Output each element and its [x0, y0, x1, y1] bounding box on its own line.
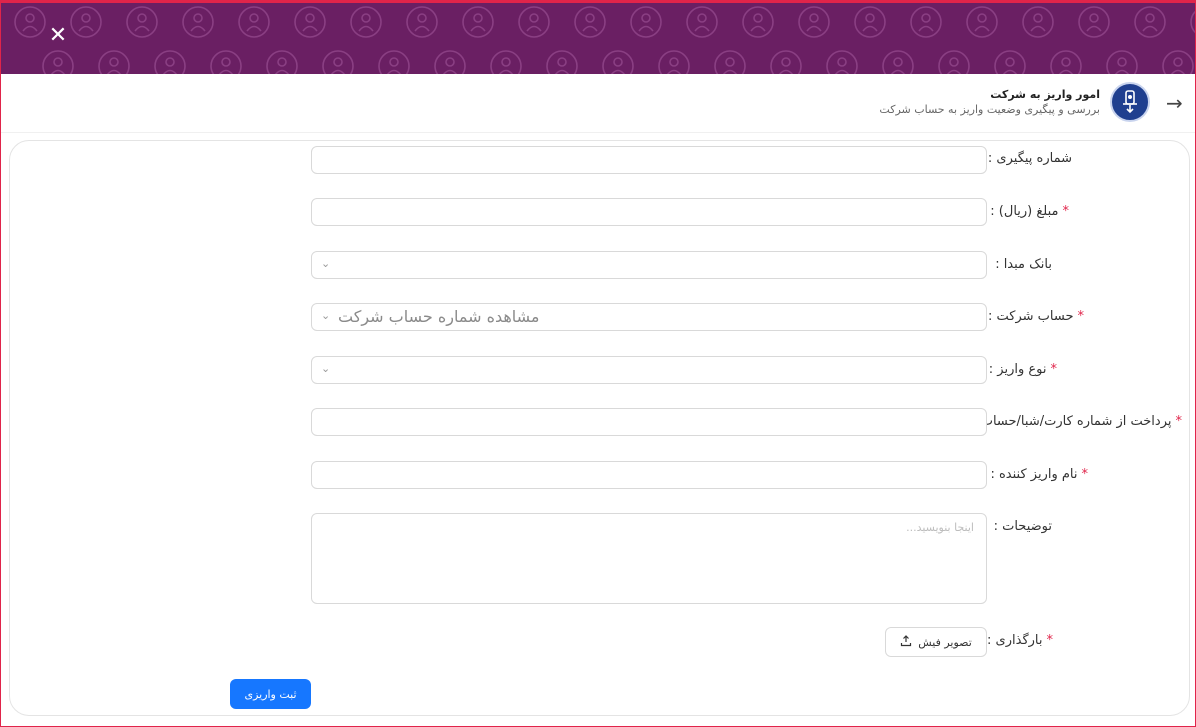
header-banner: ✕: [0, 0, 1196, 74]
depositor-name-label-text: نام واریز کننده :: [990, 467, 1078, 482]
deposit-logo-icon: [1110, 82, 1150, 122]
company-account-select[interactable]: ⌄ مشاهده شماره حساب شرکت: [311, 303, 987, 331]
upload-receipt-button[interactable]: تصویر فیش: [885, 627, 987, 657]
company-account-value: مشاهده شماره حساب شرکت: [338, 307, 540, 326]
deposit-type-label: *نوع واریز :: [989, 362, 1057, 377]
depositor-name-input[interactable]: [311, 461, 987, 489]
tracking-number-input[interactable]: [311, 146, 987, 174]
upload-label-text: بارگذاری :: [987, 633, 1043, 648]
tracking-number-label: شماره پیگیری :: [987, 151, 1072, 166]
amount-label-text: مبلغ (ریال) :: [990, 204, 1059, 219]
required-mark: *: [1081, 467, 1089, 482]
upload-label: *بارگذاری :: [987, 633, 1053, 648]
required-mark: *: [1050, 362, 1058, 377]
company-account-label-text: حساب شرکت :: [988, 309, 1074, 324]
source-bank-label: بانک مبدا :: [995, 257, 1052, 272]
close-icon[interactable]: ✕: [46, 24, 70, 48]
description-label: توضیحات :: [993, 519, 1052, 534]
back-arrow-icon[interactable]: →: [1166, 92, 1188, 114]
submit-deposit-button[interactable]: ثبت واریزی: [230, 679, 311, 709]
description-textarea[interactable]: اینجا بنویسید...: [311, 513, 987, 604]
source-bank-select[interactable]: ⌄: [311, 251, 987, 279]
required-mark: *: [1062, 204, 1070, 219]
upload-button-label: تصویر فیش: [918, 635, 972, 649]
payment-from-input[interactable]: [311, 408, 987, 436]
chevron-down-icon: ⌄: [321, 362, 331, 375]
support-pattern-background: [14, 6, 1196, 74]
depositor-name-label: *نام واریز کننده :: [990, 467, 1088, 482]
required-mark: *: [1046, 633, 1054, 648]
deposit-type-label-text: نوع واریز :: [988, 362, 1047, 377]
page-header: → امور واریز به شرکت بررسی و پیگیری وضعی…: [0, 74, 1196, 133]
description-placeholder: اینجا بنویسید...: [906, 521, 974, 534]
payment-from-label-text: پرداخت از شماره کارت/شبا/حساب: [980, 414, 1172, 429]
chevron-down-icon: ⌄: [321, 309, 331, 322]
deposit-type-select[interactable]: ⌄: [311, 356, 987, 384]
upload-icon: [900, 634, 912, 650]
chevron-down-icon: ⌄: [321, 257, 331, 270]
amount-label: *مبلغ (ریال) :: [990, 204, 1069, 219]
amount-input[interactable]: [311, 198, 987, 226]
payment-from-label: *پرداخت از شماره کارت/شبا/حساب: [981, 414, 1182, 429]
required-mark: *: [1077, 309, 1085, 324]
required-mark: *: [1175, 414, 1183, 429]
page-subtitle: بررسی و پیگیری وضعیت واریز به حساب شرکت: [879, 103, 1100, 116]
page-title: امور واریز به شرکت: [990, 88, 1100, 101]
company-account-label: *حساب شرکت :: [988, 309, 1084, 324]
